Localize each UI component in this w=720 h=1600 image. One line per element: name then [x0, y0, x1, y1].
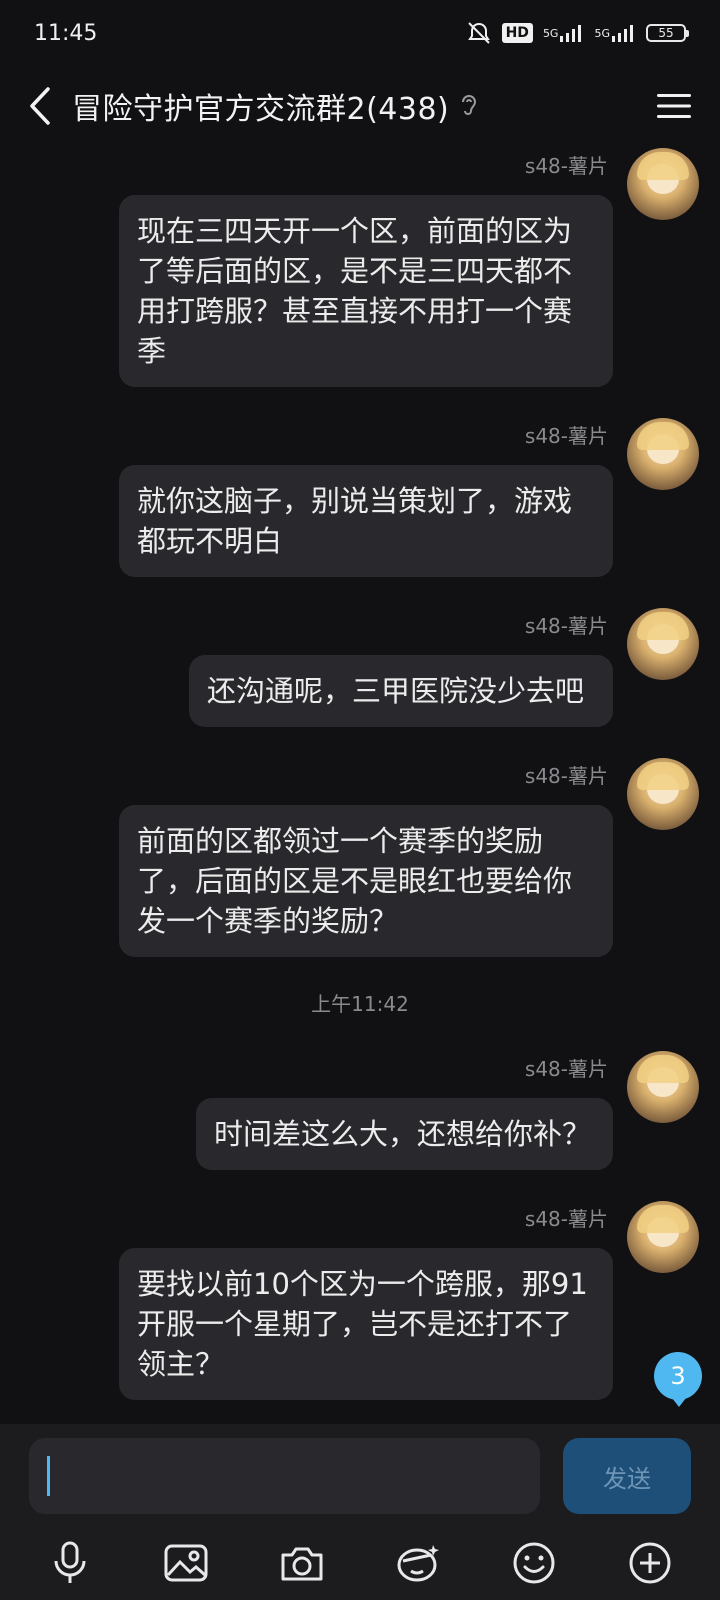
- plus-icon[interactable]: [620, 1533, 680, 1593]
- message-bubble[interactable]: 前面的区都领过一个赛季的奖励 了，后面的区是不是眼红也要给你 发一个赛季的奖励？: [119, 805, 613, 957]
- message-bubble[interactable]: 现在三四天开一个区，前面的区为 了等后面的区，是不是三四天都不 用打跨服？甚至直…: [119, 195, 613, 387]
- sender-name: s48-薯片: [524, 424, 608, 448]
- message-bubble[interactable]: 要找以前10个区为一个跨服，那91 开服一个星期了，岂不是还打不了 领主？: [119, 1248, 613, 1400]
- signal-icon-2: 5G: [594, 24, 636, 42]
- battery-level: 55: [658, 26, 674, 40]
- message-list[interactable]: s48-薯片 现在三四天开一个区，前面的区为 了等后面的区，是不是三四天都不 用…: [0, 142, 720, 1424]
- network-type: 5G: [542, 26, 559, 40]
- composer: 发送: [0, 1424, 720, 1600]
- message-bubble[interactable]: 时间差这么大，还想给你补？: [196, 1098, 613, 1170]
- message-bubble[interactable]: 还沟通呢，三甲医院没少去吧: [189, 655, 613, 727]
- mute-icon: [466, 21, 492, 45]
- input-toolbar: [0, 1526, 720, 1600]
- sender-name: s48-薯片: [524, 154, 608, 178]
- sender-name: s48-薯片: [524, 764, 608, 788]
- message-bubble[interactable]: 就你这脑子，别说当策划了，游戏 都玩不明白: [119, 465, 613, 577]
- text-caret: [47, 1456, 50, 1496]
- sender-name: s48-薯片: [524, 1057, 608, 1081]
- image-icon[interactable]: [156, 1533, 216, 1593]
- hd-voice-icon: HD: [501, 23, 533, 43]
- avatar[interactable]: [627, 418, 699, 490]
- chat-header: 冒险守护官方交流群2(438): [0, 70, 720, 142]
- signal-icon: 5G: [543, 24, 585, 42]
- microphone-icon[interactable]: [40, 1533, 100, 1593]
- menu-button[interactable]: [648, 82, 700, 130]
- avatar[interactable]: [627, 148, 699, 220]
- sender-name: s48-薯片: [524, 614, 608, 638]
- avatar[interactable]: [627, 608, 699, 680]
- status-icons: HD 5G 5G 55: [466, 21, 689, 45]
- page-title: 冒险守护官方交流群2(438): [72, 92, 450, 127]
- send-button[interactable]: 发送: [563, 1438, 691, 1514]
- sender-name: s48-薯片: [524, 1207, 608, 1231]
- message-input[interactable]: [29, 1438, 540, 1514]
- avatar[interactable]: [627, 758, 699, 830]
- back-button[interactable]: [20, 82, 60, 130]
- network-type-2: 5G: [594, 26, 610, 40]
- emoji-icon[interactable]: [504, 1533, 564, 1593]
- camera-icon[interactable]: [272, 1533, 332, 1593]
- message-timestamp: 上午11:42: [311, 992, 409, 1016]
- status-bar: 11:45 HD 5G 5G 55: [0, 0, 720, 66]
- battery-icon: 55: [646, 24, 689, 42]
- chevron-left-icon: [30, 87, 50, 125]
- avatar[interactable]: [627, 1201, 699, 1273]
- hamburger-icon: [657, 94, 691, 118]
- status-time: 11:45: [34, 20, 98, 46]
- unread-count-badge[interactable]: 3: [654, 1352, 702, 1407]
- ear-icon[interactable]: [459, 92, 479, 120]
- sticker-icon[interactable]: [388, 1533, 448, 1593]
- avatar[interactable]: [627, 1051, 699, 1123]
